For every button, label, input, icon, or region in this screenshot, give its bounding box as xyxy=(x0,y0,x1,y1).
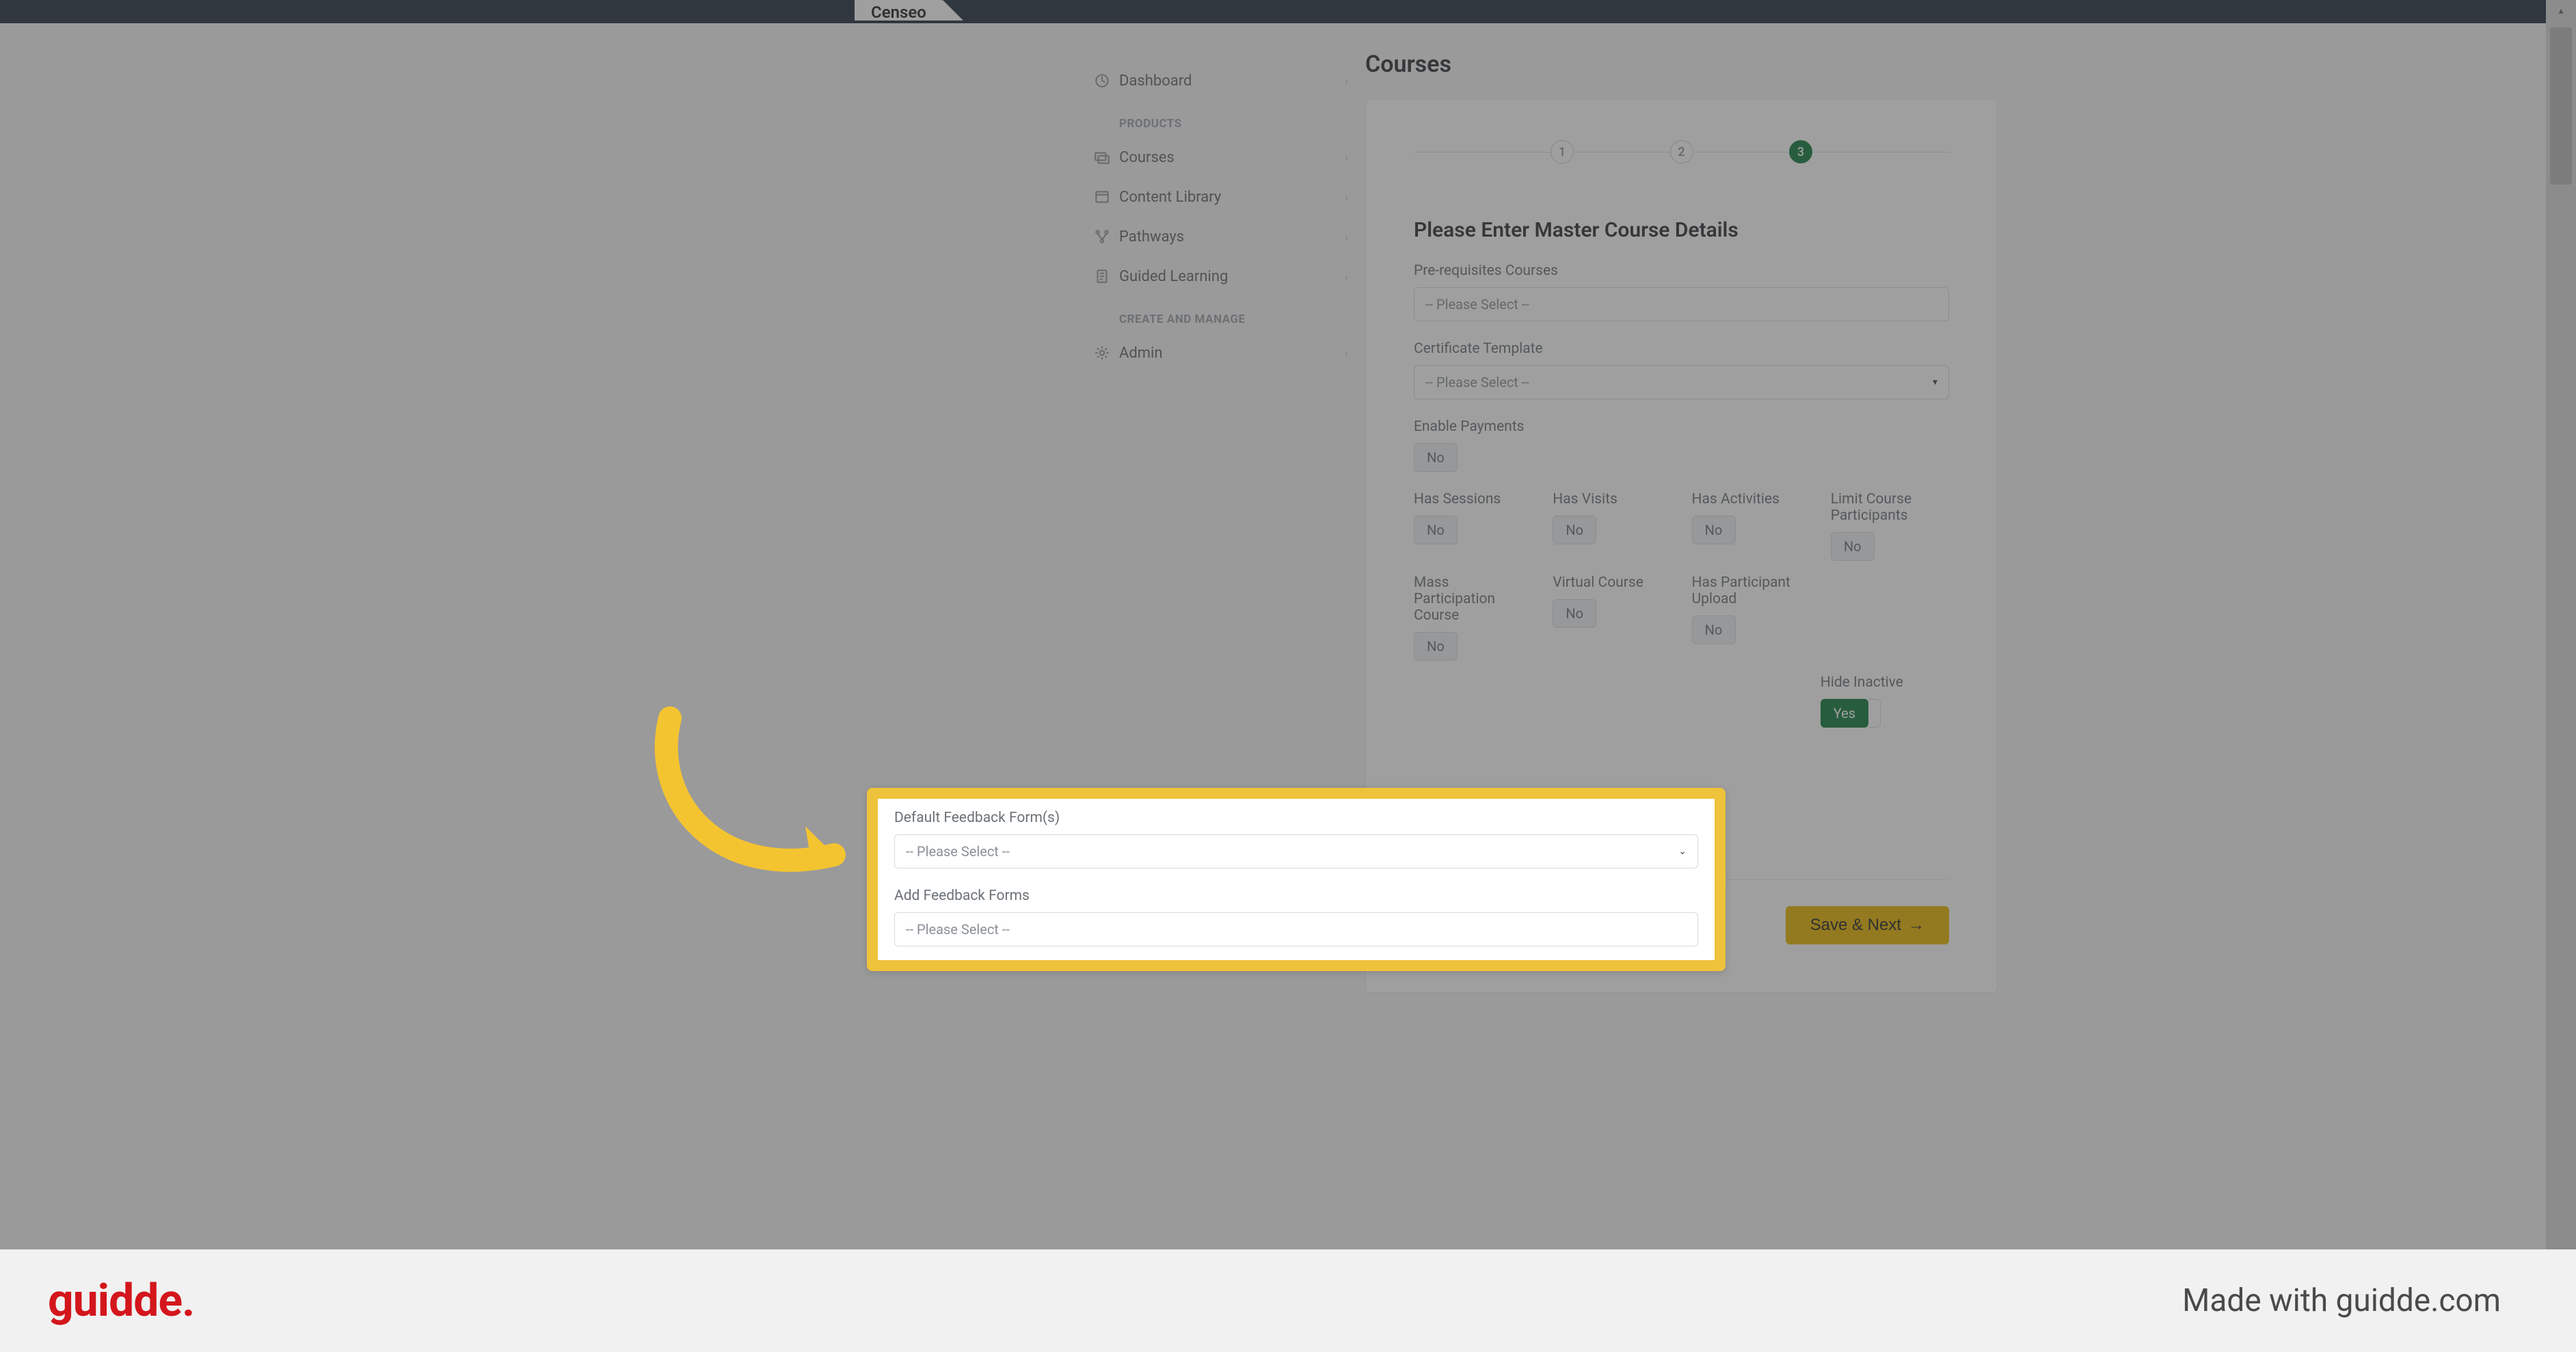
scrollbar-thumb[interactable] xyxy=(2550,27,2572,185)
brand-tab: Censeo xyxy=(855,0,943,21)
chevron-right-icon: › xyxy=(1345,151,1365,164)
guided-learning-icon xyxy=(1085,267,1119,285)
dashboard-icon xyxy=(1085,72,1119,90)
field-add-feedback: Add Feedback Forms -- Please Select -- xyxy=(894,888,1698,946)
field-has-sessions: Has Sessions No xyxy=(1414,491,1532,561)
toggle-virtual-course[interactable]: No xyxy=(1553,599,1596,628)
select-prerequisites[interactable]: -- Please Select -- xyxy=(1414,287,1949,321)
sidebar-item-label: Courses xyxy=(1119,149,1345,166)
label-prerequisites: Pre-requisites Courses xyxy=(1414,263,1949,279)
chevron-down-icon: ▾ xyxy=(1933,377,1937,388)
sidebar-item-guided-learning[interactable]: Guided Learning › xyxy=(1085,256,1365,296)
pathways-icon xyxy=(1085,228,1119,246)
field-prerequisites: Pre-requisites Courses -- Please Select … xyxy=(1414,263,1949,321)
toggle-row-2: Mass Participation Course No Virtual Cou… xyxy=(1414,574,1949,661)
label-participant-upload: Has Participant Upload xyxy=(1692,574,1810,607)
stepper: 1 2 3 xyxy=(1414,140,1949,163)
label-virtual-course: Virtual Course xyxy=(1553,574,1671,591)
label-enable-payments: Enable Payments xyxy=(1414,419,1949,435)
scrollbar-up-arrow-icon[interactable]: ▴ xyxy=(2546,0,2576,22)
select-default-feedback[interactable]: -- Please Select -- ⌄ xyxy=(894,834,1698,869)
chevron-right-icon: › xyxy=(1345,230,1365,243)
field-certificate-template: Certificate Template -- Please Select --… xyxy=(1414,341,1949,399)
page-title: Courses xyxy=(1365,51,1998,78)
top-bar: Censeo xyxy=(0,0,2576,23)
sidebar-item-label: Content Library xyxy=(1119,189,1345,206)
guidde-logo: guidde. xyxy=(48,1275,194,1327)
toggle-participant-upload[interactable]: No xyxy=(1692,615,1736,644)
step-1[interactable]: 1 xyxy=(1551,140,1574,163)
select-add-feedback[interactable]: -- Please Select -- xyxy=(894,912,1698,946)
save-next-button-label: Save & Next xyxy=(1810,916,1901,935)
label-limit-participants: Limit Course Participants xyxy=(1831,491,1949,524)
content-wrap: Dashboard › PRODUCTS Courses › Content L… xyxy=(0,23,2546,1352)
label-certificate-template: Certificate Template xyxy=(1414,341,1949,357)
field-virtual-course: Virtual Course No xyxy=(1553,574,1671,661)
save-next-button[interactable]: Save & Next → xyxy=(1786,906,1949,944)
sidebar-item-dashboard[interactable]: Dashboard › xyxy=(1085,61,1365,101)
label-has-visits: Has Visits xyxy=(1553,491,1671,507)
chevron-right-icon: › xyxy=(1345,75,1365,88)
sidebar-item-admin[interactable]: Admin › xyxy=(1085,333,1365,373)
step-3[interactable]: 3 xyxy=(1789,140,1812,163)
guidde-made-with: Made with guidde.com xyxy=(2182,1282,2501,1319)
select-value: -- Please Select -- xyxy=(906,921,1010,938)
sidebar-item-label: Dashboard xyxy=(1119,72,1345,90)
section-title: Please Enter Master Course Details xyxy=(1414,218,1949,242)
courses-icon xyxy=(1085,148,1119,166)
select-value: -- Please Select -- xyxy=(1425,296,1529,313)
brand-text: Censeo xyxy=(871,3,926,22)
chevron-right-icon: › xyxy=(1345,191,1365,204)
field-mass-participation: Mass Participation Course No xyxy=(1414,574,1532,661)
field-hide-inactive: Hide Inactive Yes xyxy=(1821,674,1949,825)
sidebar-heading-create-manage: CREATE AND MANAGE xyxy=(1085,296,1365,333)
toggle-row-1: Has Sessions No Has Visits No Has Activi… xyxy=(1414,491,1949,561)
field-participant-upload: Has Participant Upload No xyxy=(1692,574,1810,661)
label-has-sessions: Has Sessions xyxy=(1414,491,1532,507)
sidebar-item-content-library[interactable]: Content Library › xyxy=(1085,177,1365,217)
sidebar-item-label: Admin xyxy=(1119,345,1345,362)
sidebar-item-label: Guided Learning xyxy=(1119,268,1345,285)
chevron-right-icon: › xyxy=(1345,270,1365,283)
sidebar-item-label: Pathways xyxy=(1119,228,1345,246)
app-stage: Censeo ▴ Dashboard › PRODUCTS xyxy=(0,0,2576,1352)
label-default-feedback: Default Feedback Form(s) xyxy=(894,810,1698,826)
toggle-limit-participants[interactable]: No xyxy=(1831,532,1875,561)
label-add-feedback: Add Feedback Forms xyxy=(894,888,1698,904)
field-default-feedback: Default Feedback Form(s) -- Please Selec… xyxy=(894,810,1698,869)
toggle-enable-payments[interactable]: No xyxy=(1414,443,1458,472)
field-has-visits: Has Visits No xyxy=(1553,491,1671,561)
vertical-scrollbar[interactable]: ▴ xyxy=(2546,0,2576,1352)
sidebar-item-courses[interactable]: Courses › xyxy=(1085,137,1365,177)
guidde-footer: guidde. Made with guidde.com xyxy=(0,1249,2576,1352)
toggle-hide-inactive-off-sliver[interactable] xyxy=(1868,699,1881,728)
field-limit-participants: Limit Course Participants No xyxy=(1831,491,1949,561)
content-library-icon xyxy=(1085,188,1119,206)
arrow-right-icon: → xyxy=(1908,916,1924,935)
label-hide-inactive: Hide Inactive xyxy=(1821,674,1949,691)
label-mass-participation: Mass Participation Course xyxy=(1414,574,1532,624)
step-2[interactable]: 2 xyxy=(1670,140,1693,163)
sidebar-item-pathways[interactable]: Pathways › xyxy=(1085,217,1365,256)
chevron-down-icon: ⌄ xyxy=(1678,846,1687,857)
toggle-has-activities[interactable]: No xyxy=(1692,516,1736,544)
select-value: -- Please Select -- xyxy=(1425,374,1529,390)
sidebar-heading-products: PRODUCTS xyxy=(1085,101,1365,137)
field-enable-payments: Enable Payments No xyxy=(1414,419,1949,472)
field-has-activities: Has Activities No xyxy=(1692,491,1810,561)
gear-icon xyxy=(1085,344,1119,362)
label-has-activities: Has Activities xyxy=(1692,491,1810,507)
toggle-mass-participation[interactable]: No xyxy=(1414,632,1458,661)
highlight-callout: Default Feedback Form(s) -- Please Selec… xyxy=(867,788,1726,971)
select-certificate-template[interactable]: -- Please Select -- ▾ xyxy=(1414,365,1949,399)
select-value: -- Please Select -- xyxy=(906,843,1010,860)
toggle-has-sessions[interactable]: No xyxy=(1414,516,1458,544)
chevron-right-icon: › xyxy=(1345,347,1365,360)
toggle-hide-inactive-yes[interactable]: Yes xyxy=(1821,699,1868,728)
toggle-has-visits[interactable]: No xyxy=(1553,516,1596,544)
